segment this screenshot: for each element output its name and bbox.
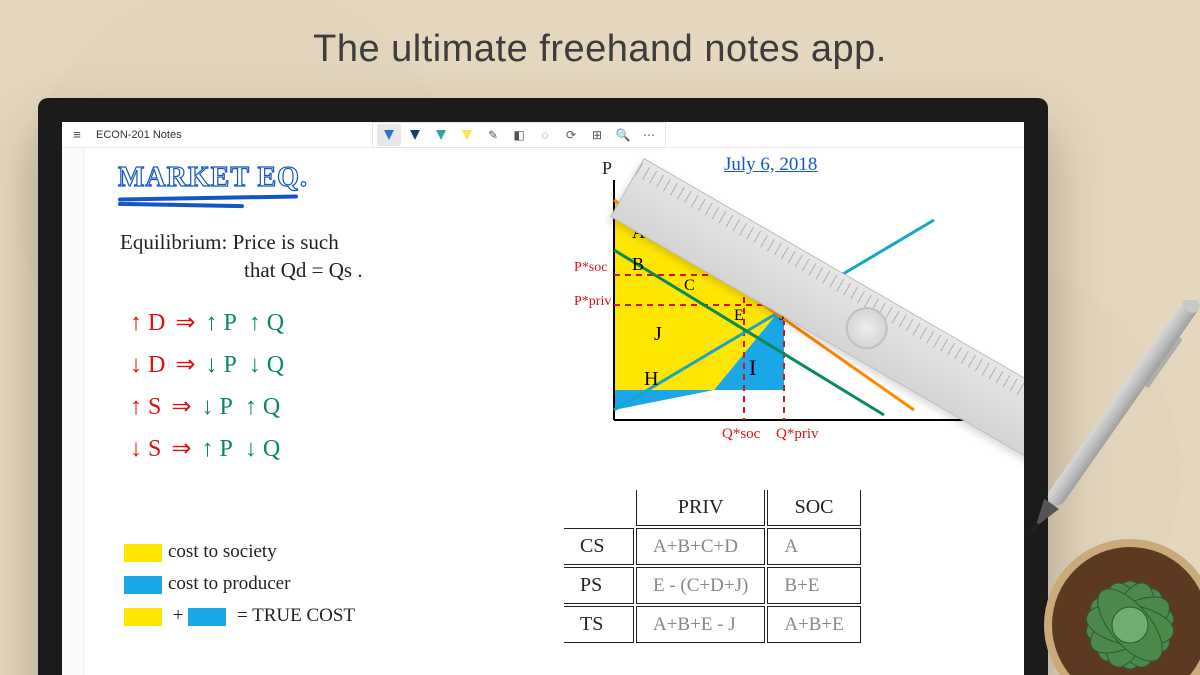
- cell: E - (C+D+J): [636, 567, 765, 604]
- p-soc-label: P*soc: [574, 260, 607, 276]
- q-soc-label: Q*soc: [722, 426, 760, 443]
- table-row: TS A+B+E - J A+B+E: [564, 606, 861, 643]
- welfare-table: PRIV SOC CS A+B+C+D A PS E - (C+D+J) B+E…: [562, 488, 863, 645]
- pen-blue-tool[interactable]: [377, 124, 401, 146]
- q-priv-label: Q*priv: [776, 426, 819, 443]
- y-axis-label: P: [602, 158, 612, 179]
- svg-text:E: E: [734, 307, 744, 324]
- zoom-tool[interactable]: 🔍: [611, 124, 635, 146]
- app-screen: ≡ ECON-201 Notes ✎ ◧ ◌ ⟳ ⊞ 🔍 ⋯ ˄ ˅ July …: [62, 122, 1024, 675]
- legend-blue: cost to producer: [124, 568, 355, 600]
- title-underline: [118, 196, 298, 210]
- svg-text:H: H: [644, 368, 658, 390]
- svg-text:I: I: [749, 355, 756, 380]
- blue-chip-icon: [124, 576, 162, 594]
- cell: A+B+E: [767, 606, 860, 643]
- table-header-soc: SOC: [767, 490, 860, 526]
- shape-tool[interactable]: ⟳: [559, 124, 583, 146]
- yellow-chip-icon: [124, 544, 162, 562]
- note-title: MARKET EQ.: [118, 162, 308, 194]
- succulent-plant-icon: [1030, 515, 1200, 675]
- insert-tool[interactable]: ⊞: [585, 124, 609, 146]
- cell: A: [767, 528, 860, 565]
- definition-line1: Equilibrium: Price is such: [120, 230, 339, 255]
- table-header-blank: [564, 490, 634, 526]
- table-row: CS A+B+C+D A: [564, 528, 861, 565]
- cell: A+B+E - J: [636, 606, 765, 643]
- pen-navy-tool[interactable]: [403, 124, 427, 146]
- p-priv-label: P*priv: [574, 294, 611, 310]
- highlighter-tool[interactable]: [455, 124, 479, 146]
- blue-chip-icon: [188, 608, 226, 626]
- legend-combo: + = TRUE COST: [124, 600, 355, 632]
- shift-rule: ↓ D⇒↓ P ↓ Q: [130, 350, 284, 379]
- note-canvas[interactable]: July 6, 2018 MARKET EQ. Equilibrium: Pri…: [84, 148, 1024, 675]
- svg-text:C: C: [684, 277, 695, 294]
- legend-block: cost to society cost to producer + = TRU…: [124, 536, 355, 632]
- yellow-chip-icon: [124, 608, 162, 626]
- table-header-priv: PRIV: [636, 490, 765, 526]
- shift-rule: ↓ S⇒↑ P ↓ Q: [130, 434, 280, 463]
- tablet-device-frame: ≡ ECON-201 Notes ✎ ◧ ◌ ⟳ ⊞ 🔍 ⋯ ˄ ˅ July …: [38, 98, 1048, 675]
- cell: B+E: [767, 567, 860, 604]
- more-tool[interactable]: ⋯: [637, 124, 661, 146]
- shift-rule: ↑ S⇒↓ P ↑ Q: [130, 392, 280, 421]
- eraser-tool[interactable]: ◧: [507, 124, 531, 146]
- svg-text:J: J: [654, 323, 662, 345]
- pen-teal-tool[interactable]: [429, 124, 453, 146]
- definition-line2: that Qd = Qs .: [244, 258, 363, 283]
- shift-rule: ↑ D⇒↑ P ↑ Q: [130, 308, 284, 337]
- row-label: PS: [564, 567, 634, 604]
- left-rail: ˄ ˅: [62, 148, 84, 675]
- svg-text:B: B: [632, 254, 644, 274]
- row-label: CS: [564, 528, 634, 565]
- table-row: PS E - (C+D+J) B+E: [564, 567, 861, 604]
- marketing-headline: The ultimate freehand notes app.: [0, 28, 1200, 71]
- hamburger-icon[interactable]: ≡: [68, 127, 86, 142]
- toolbar: ✎ ◧ ◌ ⟳ ⊞ 🔍 ⋯: [372, 122, 666, 148]
- lasso-tool[interactable]: ◌: [533, 124, 557, 146]
- cell: A+B+C+D: [636, 528, 765, 565]
- document-title[interactable]: ECON-201 Notes: [96, 129, 182, 141]
- legend-yellow: cost to society: [124, 536, 355, 568]
- row-label: TS: [564, 606, 634, 643]
- pencil-tool[interactable]: ✎: [481, 124, 505, 146]
